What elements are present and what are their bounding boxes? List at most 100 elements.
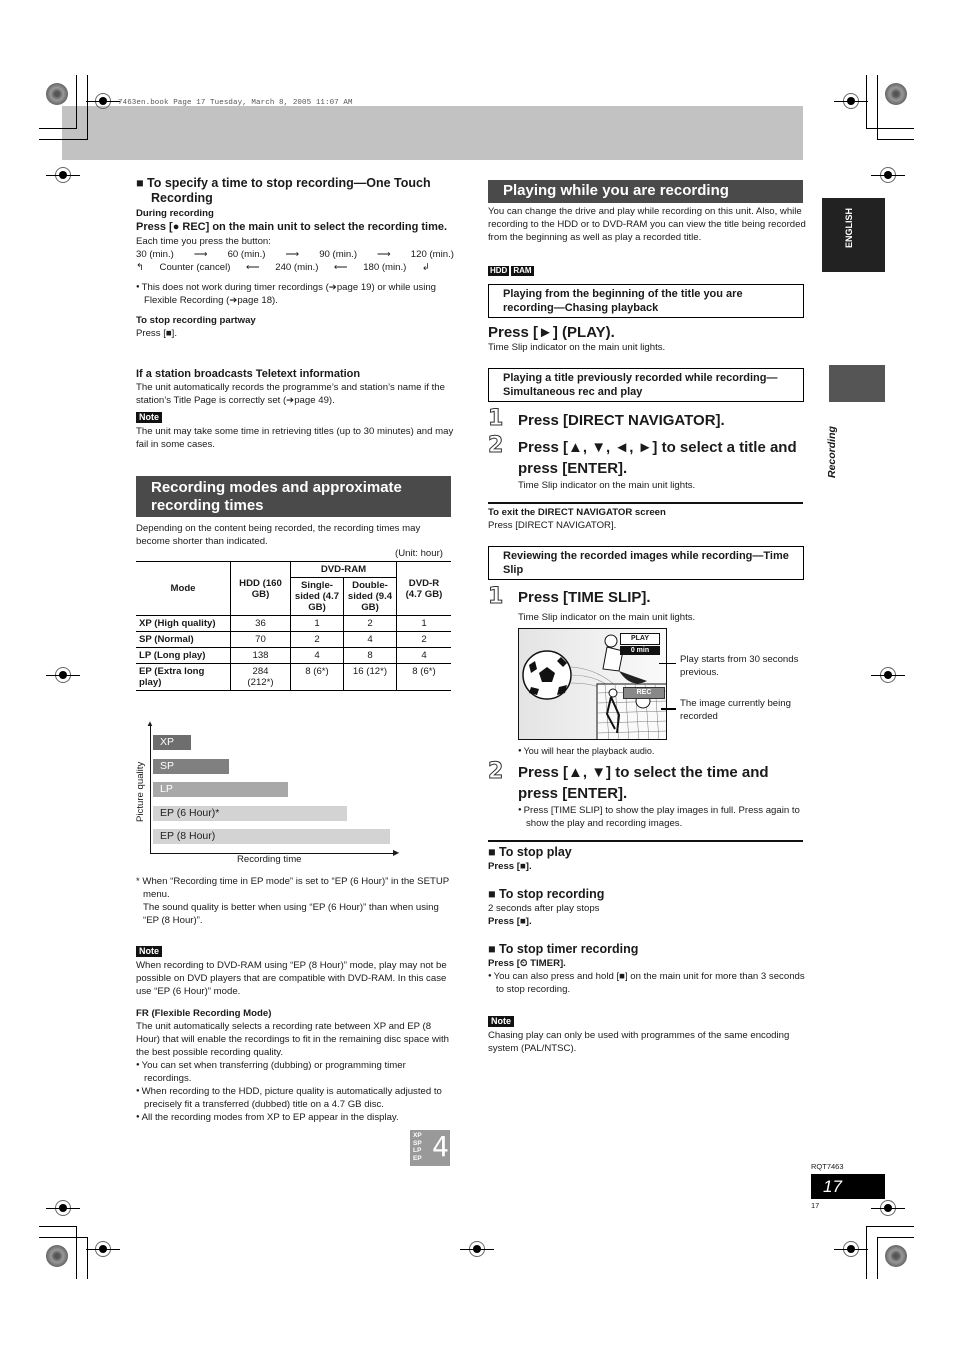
fr-bullet: You can set when transferring (dubbing) … — [136, 1059, 454, 1085]
exit-navigator-label: To exit the DIRECT NAVIGATOR screen — [488, 507, 666, 518]
chasing-note-section: Note Chasing play can only be used with … — [488, 1016, 790, 1054]
teletext-body: The unit automatically records the progr… — [136, 382, 445, 406]
rec-label: REC — [623, 687, 665, 699]
one-touch-section: ■ To specify a time to stop recording—On… — [136, 176, 454, 340]
y-axis-arrow-icon: ▲ — [146, 719, 154, 728]
arrow-left-icon: ⟵ — [333, 262, 348, 273]
step-1: 1 Press [DIRECT NAVIGATOR]. — [488, 406, 725, 431]
table-row: EP (Extra long play) 284 (212*) 8 (6*) 16… — [136, 663, 451, 691]
stop-recording-section: ■ To stop recording 2 seconds after play… — [488, 887, 605, 927]
crop-mark — [39, 128, 77, 129]
col-single-sided: Single-sided (4.7 GB) — [290, 577, 344, 616]
table-row: LP (Long play) 138 4 8 4 — [136, 647, 451, 664]
page-number-small: 17 — [811, 1201, 820, 1210]
arrow-right-icon: ⟶ — [193, 249, 208, 260]
quality-bar-sp: SP — [153, 758, 229, 774]
chart-xlabel: Recording time — [237, 854, 302, 865]
return-arrow-icon: ↲ — [421, 262, 430, 273]
media-tags: HDD RAM — [488, 260, 536, 278]
language-tab: ENGLISH — [822, 198, 885, 272]
crop-mark — [76, 1226, 77, 1279]
simultaneous-box: Playing a title previously recorded whil… — [488, 368, 804, 402]
fr-body: The unit automatically selects a recordi… — [136, 1021, 450, 1058]
header-band — [62, 106, 803, 160]
crop-mark — [866, 1226, 867, 1279]
registration-target-icon — [871, 1200, 905, 1216]
crop-mark — [866, 1226, 914, 1227]
teletext-note: The unit may take some time in retrievin… — [136, 426, 454, 450]
registration-target-icon — [86, 1241, 120, 1257]
crop-mark — [39, 1226, 77, 1227]
during-recording-label: During recording — [136, 208, 214, 219]
fr-section: FR (Flexible Recording Mode) The unit au… — [136, 1007, 454, 1124]
tag-hdd: HDD — [488, 266, 510, 276]
registration-disc-icon — [46, 83, 68, 105]
one-touch-heading: ■ To specify a time to stop recording—On… — [136, 176, 431, 205]
crop-mark — [877, 1237, 914, 1238]
front-display-icon: XP SP LP EP 4 — [410, 1130, 450, 1166]
fr-bullet: When recording to the HDD, picture quali… — [136, 1085, 454, 1111]
table-row: SP (Normal) 70 2 4 2 — [136, 631, 451, 648]
fr-heading: FR (Flexible Recording Mode) — [136, 1008, 272, 1019]
col-dvdr: DVD-R (4.7 GB) — [396, 561, 451, 616]
divider — [488, 840, 803, 842]
crop-mark — [87, 75, 88, 139]
table-header-row: Mode HDD (160 GB) DVD-RAM DVD-R (4.7 GB) — [136, 561, 451, 616]
col-dvd-ram: DVD-RAM — [290, 561, 397, 578]
teletext-section: If a station broadcasts Teletext informa… — [136, 367, 454, 451]
ep-footnote: * When “Recording time in EP mode” is se… — [136, 876, 449, 926]
crop-mark — [877, 1237, 878, 1279]
note-label: Note — [136, 412, 162, 423]
crop-mark — [87, 1237, 88, 1279]
crop-mark — [866, 128, 914, 129]
cycle-row-2: ↰ Counter (cancel) ⟵ 240 (min.) ⟵ 180 (min… — [136, 262, 430, 273]
registration-target-icon — [46, 1200, 80, 1216]
arrow-right-icon: ⟶ — [377, 249, 391, 260]
teletext-heading: If a station broadcasts Teletext informa… — [136, 368, 361, 380]
stop-play-section: ■ To stop play Press [■]. — [488, 845, 572, 872]
time-slip-illustration: PLAY 0 min REC — [518, 628, 667, 740]
time-label: 0 min — [620, 646, 660, 655]
chart-y-axis — [150, 724, 151, 853]
crop-mark — [76, 75, 77, 128]
step-2: 2 Press [▲, ▼, ◄, ►] to select a title a… — [488, 433, 797, 491]
registration-target-icon — [834, 93, 868, 109]
timeslip-step1-note: Time Slip indicator on the main unit lig… — [518, 612, 696, 623]
fr-bullet: All the recording modes from XP to EP ap… — [136, 1111, 404, 1124]
registration-target-icon — [46, 167, 80, 183]
registration-target-icon — [871, 167, 905, 183]
arrow-right-icon: ⟶ — [285, 249, 300, 260]
rec-instruction: Press [● REC] on the main unit to select… — [136, 221, 448, 233]
chasing-note: Time Slip indicator on the main unit lig… — [488, 342, 666, 353]
quality-bar-xp: XP — [153, 735, 191, 750]
quality-bar-ep-8-hour: EP (8 Hour) — [153, 829, 390, 844]
arrow-left-icon: ⟵ — [245, 262, 260, 273]
callout-play: Play starts from 30 seconds previous. — [680, 654, 799, 678]
exit-navigator-text: Press [DIRECT NAVIGATOR]. — [488, 520, 617, 531]
unit-label: (Unit: hour) — [395, 548, 443, 559]
note-label: Note — [488, 1016, 514, 1027]
col-double-sided: Double-sided (9.4 GB) — [343, 577, 397, 616]
col-hdd: HDD (160 GB) — [230, 561, 291, 616]
each-time-label: Each time you press the button: — [136, 236, 271, 247]
crop-mark — [39, 139, 88, 140]
registration-disc-icon — [885, 1245, 907, 1267]
crop-mark — [877, 75, 878, 139]
section-marker — [829, 365, 885, 402]
play-label: PLAY — [620, 633, 660, 645]
table-row: XP (High quality) 36 1 2 1 — [136, 615, 451, 632]
one-touch-bullet: This does not work during timer recordin… — [136, 281, 454, 307]
cycle-row-1: 30 (min.) ⟶ 60 (min.) ⟶ 90 (min.) ⟶ 120 (mi… — [136, 249, 454, 260]
registration-target-icon — [86, 93, 120, 109]
dvd-ram-note: Note When recording to DVD-RAM using “EP… — [136, 941, 454, 998]
chasing-playback-box: Playing from the beginning of the title … — [488, 284, 804, 318]
page-number: 17 — [811, 1174, 885, 1199]
x-axis-arrow-icon: ▶ — [393, 848, 400, 857]
timeslip-step-2: 2 Press [▲, ▼] to select the time and pr… — [488, 760, 808, 830]
registration-target-icon — [46, 667, 80, 683]
crop-mark — [877, 139, 914, 140]
modes-intro: Depending on the content being recorded,… — [136, 523, 421, 547]
callout-line — [659, 663, 676, 664]
registration-disc-icon — [885, 83, 907, 105]
return-arrow-icon: ↰ — [136, 262, 145, 273]
